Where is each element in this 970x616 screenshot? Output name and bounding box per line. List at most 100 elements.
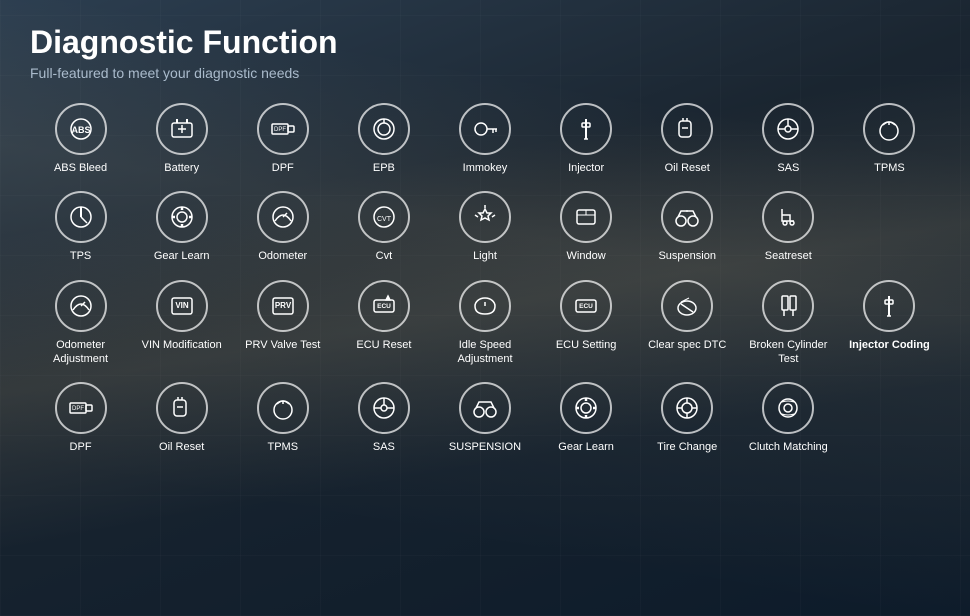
grid-item-seatreset[interactable]: Seatreset xyxy=(738,185,839,269)
tpms-icon xyxy=(863,103,915,155)
grid-item-suspension2[interactable]: SUSPENSION xyxy=(434,376,535,460)
grid-item-sas[interactable]: SAS xyxy=(738,97,839,181)
grid-item-broken-cyl[interactable]: Broken Cylinder Test xyxy=(738,274,839,373)
ecu-setting-icon: ECU xyxy=(560,280,612,332)
svg-text:ECU: ECU xyxy=(377,303,391,310)
grid-item-injector[interactable]: Injector xyxy=(536,97,637,181)
ecu-reset-icon: ECU xyxy=(358,280,410,332)
odometer-icon xyxy=(257,191,309,243)
grid-item-tire-change[interactable]: Tire Change xyxy=(637,376,738,460)
grid-item-epb[interactable]: EPB xyxy=(333,97,434,181)
grid-item-prv-valve[interactable]: PRV PRV Valve Test xyxy=(232,274,333,373)
gear-learn2-label: Gear Learn xyxy=(558,440,614,454)
grid-item-idle-speed[interactable]: Idle Speed Adjustment xyxy=(434,274,535,373)
suspension-label: Suspension xyxy=(658,249,716,263)
clutch-label: Clutch Matching xyxy=(749,440,828,454)
grid-item-suspension[interactable]: Suspension xyxy=(637,185,738,269)
oil-reset-icon xyxy=(661,103,713,155)
svg-text:DPF: DPF xyxy=(72,406,84,412)
page-subtitle: Full-featured to meet your diagnostic ne… xyxy=(30,65,940,81)
cvt-icon: CVT xyxy=(358,191,410,243)
grid-item-dpf2[interactable]: DPF DPF xyxy=(30,376,131,460)
tire-change-label: Tire Change xyxy=(657,440,717,454)
grid-item-empty1[interactable] xyxy=(839,185,940,269)
clear-dtc-icon xyxy=(661,280,713,332)
clear-dtc-label: Clear spec DTC xyxy=(648,338,726,352)
grid-item-abs-bleed[interactable]: ABSABS Bleed xyxy=(30,97,131,181)
tire-change-icon xyxy=(661,382,713,434)
ecu-setting-label: ECU Setting xyxy=(556,338,617,352)
grid-item-dpf[interactable]: DPF DPF xyxy=(232,97,333,181)
grid-item-oil-reset2[interactable]: Oil Reset xyxy=(131,376,232,460)
broken-cyl-label: Broken Cylinder Test xyxy=(742,338,835,367)
grid-item-odometer-adj[interactable]: Odometer Adjustment xyxy=(30,274,131,373)
tpms-label: TPMS xyxy=(874,161,905,175)
grid-item-ecu-reset[interactable]: ECU ECU Reset xyxy=(333,274,434,373)
epb-icon xyxy=(358,103,410,155)
grid-item-empty2[interactable] xyxy=(839,376,940,460)
light-label: Light xyxy=(473,249,497,263)
ecu-reset-label: ECU Reset xyxy=(356,338,411,352)
dpf2-icon: DPF xyxy=(55,382,107,434)
suspension-icon xyxy=(661,191,713,243)
epb-label: EPB xyxy=(373,161,395,175)
abs-bleed-label: ABS Bleed xyxy=(54,161,107,175)
grid-item-tpms2[interactable]: TPMS xyxy=(232,376,333,460)
svg-text:ECU: ECU xyxy=(579,303,593,310)
grid-item-light[interactable]: Light xyxy=(434,185,535,269)
svg-text:PRV: PRV xyxy=(275,301,292,310)
dpf2-label: DPF xyxy=(70,440,92,454)
cvt-label: Cvt xyxy=(376,249,393,263)
grid-item-tps[interactable]: TPS xyxy=(30,185,131,269)
sas-icon xyxy=(762,103,814,155)
grid-item-tpms[interactable]: TPMS xyxy=(839,97,940,181)
grid-item-clutch[interactable]: Clutch Matching xyxy=(738,376,839,460)
idle-speed-label: Idle Speed Adjustment xyxy=(438,338,531,367)
grid-item-battery[interactable]: Battery xyxy=(131,97,232,181)
grid-item-oil-reset[interactable]: Oil Reset xyxy=(637,97,738,181)
suspension2-icon xyxy=(459,382,511,434)
grid-item-vin-mod[interactable]: VIN VIN Modification xyxy=(131,274,232,373)
oil-reset-label: Oil Reset xyxy=(665,161,710,175)
window-icon xyxy=(560,191,612,243)
broken-cyl-icon xyxy=(762,280,814,332)
grid-item-gear-learn[interactable]: Gear Learn xyxy=(131,185,232,269)
vin-mod-icon: VIN xyxy=(156,280,208,332)
window-label: Window xyxy=(567,249,606,263)
injector-icon xyxy=(560,103,612,155)
dpf-icon: DPF xyxy=(257,103,309,155)
grid-item-gear-learn2[interactable]: Gear Learn xyxy=(536,376,637,460)
clutch-icon xyxy=(762,382,814,434)
svg-text:DPF: DPF xyxy=(274,127,286,133)
grid-item-clear-dtc[interactable]: Clear spec DTC xyxy=(637,274,738,373)
tpms2-label: TPMS xyxy=(267,440,298,454)
sas-label: SAS xyxy=(777,161,799,175)
battery-icon xyxy=(156,103,208,155)
vin-mod-label: VIN Modification xyxy=(142,338,222,352)
dpf-label: DPF xyxy=(272,161,294,175)
grid-item-odometer[interactable]: Odometer xyxy=(232,185,333,269)
grid-item-sas2[interactable]: SAS xyxy=(333,376,434,460)
gear-learn-icon xyxy=(156,191,208,243)
page-header: Diagnostic Function Full-featured to mee… xyxy=(30,24,940,81)
grid-item-injector-coding[interactable]: Injector Coding xyxy=(839,274,940,373)
tpms2-icon xyxy=(257,382,309,434)
oil-reset2-icon xyxy=(156,382,208,434)
grid-item-ecu-setting[interactable]: ECU ECU Setting xyxy=(536,274,637,373)
immokey-label: Immokey xyxy=(463,161,508,175)
seatreset-label: Seatreset xyxy=(765,249,812,263)
light-icon xyxy=(459,191,511,243)
seatreset-icon xyxy=(762,191,814,243)
tps-label: TPS xyxy=(70,249,91,263)
sas2-label: SAS xyxy=(373,440,395,454)
odometer-adj-icon xyxy=(55,280,107,332)
prv-valve-icon: PRV xyxy=(257,280,309,332)
grid-item-window[interactable]: Window xyxy=(536,185,637,269)
gear-learn2-icon xyxy=(560,382,612,434)
tps-icon xyxy=(55,191,107,243)
grid-item-immokey[interactable]: Immokey xyxy=(434,97,535,181)
grid-item-cvt[interactable]: CVT Cvt xyxy=(333,185,434,269)
injector-coding-label: Injector Coding xyxy=(849,338,930,352)
prv-valve-label: PRV Valve Test xyxy=(245,338,320,352)
idle-speed-icon xyxy=(459,280,511,332)
